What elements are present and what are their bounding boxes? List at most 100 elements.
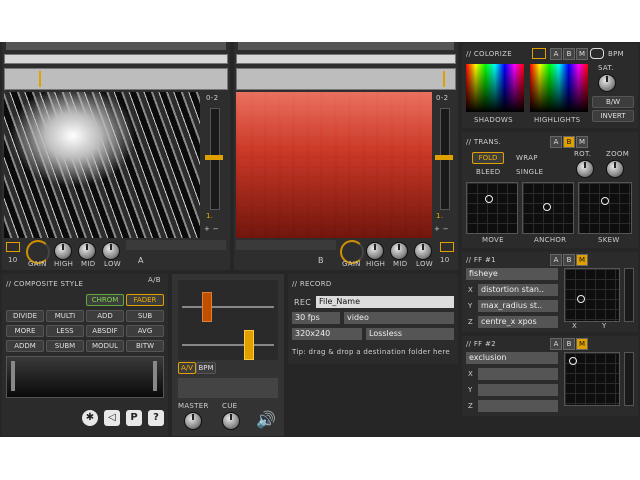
deck-left-slider-cap[interactable] bbox=[205, 155, 223, 160]
move-grid[interactable] bbox=[466, 182, 518, 234]
tab-a[interactable]: A bbox=[550, 254, 562, 266]
filename-input[interactable]: File_Name bbox=[316, 296, 454, 308]
ff1-xy-handle[interactable] bbox=[577, 295, 585, 303]
bw-button[interactable]: B/W bbox=[592, 96, 634, 108]
deck-right-playhead[interactable] bbox=[443, 71, 445, 87]
tab-m[interactable]: M bbox=[576, 136, 588, 148]
mode-subm-button[interactable]: SUBM bbox=[46, 340, 84, 352]
invert-button[interactable]: INVERT bbox=[592, 110, 634, 122]
tab-b[interactable]: B bbox=[563, 338, 575, 350]
tab-m[interactable]: M bbox=[576, 338, 588, 350]
deck-left-low-knob[interactable] bbox=[102, 242, 120, 260]
cue-knob[interactable] bbox=[222, 412, 240, 430]
composite-handle-right[interactable] bbox=[153, 361, 157, 391]
ff2-param-x[interactable] bbox=[478, 368, 558, 380]
zoom-knob[interactable] bbox=[606, 160, 624, 178]
crossfader-track-b[interactable] bbox=[182, 344, 274, 346]
ff2-param-z[interactable] bbox=[478, 400, 558, 412]
deck-left-scrub[interactable] bbox=[4, 68, 228, 90]
deck-right-video[interactable] bbox=[236, 92, 432, 238]
ff1-param-x[interactable]: distortion stan.. bbox=[478, 284, 558, 296]
mode-multi-button[interactable]: MULTI bbox=[46, 310, 84, 322]
composite-preview[interactable] bbox=[6, 356, 164, 398]
ff2-param-y[interactable] bbox=[478, 384, 558, 396]
size-select[interactable]: 320x240 bbox=[292, 328, 362, 340]
mode-divide-button[interactable]: DIVIDE bbox=[6, 310, 44, 322]
wrap-button[interactable]: WRAP bbox=[516, 154, 538, 162]
ff1-param-y[interactable]: max_radius st.. bbox=[478, 300, 558, 312]
ff1-z-slider[interactable] bbox=[624, 268, 634, 322]
mode-less-button[interactable]: LESS bbox=[46, 325, 84, 337]
loop-icon[interactable] bbox=[590, 48, 604, 59]
deck-right-slider-cap[interactable] bbox=[435, 155, 453, 160]
ff1-effect-select[interactable]: fisheye bbox=[466, 268, 558, 280]
composite-handle-left[interactable] bbox=[11, 361, 15, 391]
deck-right-high-knob[interactable] bbox=[366, 242, 384, 260]
deck-left-mid-knob[interactable] bbox=[78, 242, 96, 260]
crossfader-b-cap[interactable] bbox=[244, 330, 254, 360]
tab-b[interactable]: B bbox=[563, 48, 575, 60]
deck-left-opacity-slider[interactable] bbox=[205, 108, 223, 210]
tab-b[interactable]: B bbox=[563, 136, 575, 148]
anchor-handle[interactable] bbox=[543, 203, 551, 211]
mode-modul-button[interactable]: MODUL bbox=[86, 340, 124, 352]
deck-right-progress[interactable] bbox=[236, 54, 456, 64]
tab-b[interactable]: B bbox=[563, 254, 575, 266]
tab-a[interactable]: A bbox=[550, 48, 562, 60]
deck-left-transport[interactable] bbox=[6, 42, 226, 50]
crossfader-a-cap[interactable] bbox=[202, 292, 212, 322]
single-button[interactable]: SINGLE bbox=[516, 168, 543, 176]
ff1-xy-pad[interactable] bbox=[564, 268, 620, 322]
mode-more-button[interactable]: MORE bbox=[6, 325, 44, 337]
chrom-button[interactable]: CHROM bbox=[86, 294, 124, 306]
highlights-picker[interactable] bbox=[530, 64, 588, 112]
deck-right-transport[interactable] bbox=[238, 42, 454, 50]
rot-knob[interactable] bbox=[576, 160, 594, 178]
bleed-button[interactable]: BLEED bbox=[476, 168, 500, 176]
ff2-z-slider[interactable] bbox=[624, 352, 634, 406]
ff2-effect-select[interactable]: exclusion bbox=[466, 352, 558, 364]
tab-m[interactable]: M bbox=[576, 254, 588, 266]
deck-right-scrub[interactable] bbox=[236, 68, 456, 90]
mode-sub-button[interactable]: SUB bbox=[126, 310, 164, 322]
crossfader-track-a[interactable] bbox=[182, 306, 274, 308]
speaker-icon[interactable]: ◁ bbox=[104, 410, 120, 426]
codec-select[interactable]: Lossless bbox=[366, 328, 454, 340]
anchor-grid[interactable] bbox=[522, 182, 574, 234]
fader-button[interactable]: FADER bbox=[126, 294, 164, 306]
sat-knob[interactable] bbox=[598, 74, 616, 92]
ff1-param-z[interactable]: centre_x xpos bbox=[478, 316, 558, 328]
ff2-xy-handle[interactable] bbox=[569, 357, 577, 365]
ab-toggle[interactable]: A/B bbox=[148, 276, 161, 284]
mode-absdif-button[interactable]: ABSDIF bbox=[86, 325, 124, 337]
tab-m[interactable]: M bbox=[576, 48, 588, 60]
fold-button[interactable]: FOLD bbox=[472, 152, 504, 164]
deck-left-progress[interactable] bbox=[4, 54, 228, 64]
volume-icon[interactable]: 🔊 bbox=[256, 410, 276, 429]
tab-a[interactable]: A bbox=[550, 136, 562, 148]
mode-avg-button[interactable]: AVG bbox=[126, 325, 164, 337]
p-icon[interactable]: P bbox=[126, 410, 142, 426]
deck-right-name-field[interactable] bbox=[236, 240, 336, 250]
monitor-icon[interactable] bbox=[440, 242, 454, 252]
deck-right-mid-knob[interactable] bbox=[390, 242, 408, 260]
help-icon[interactable]: ? bbox=[148, 410, 164, 426]
deck-left-playhead[interactable] bbox=[39, 71, 41, 87]
move-handle[interactable] bbox=[485, 195, 493, 203]
deck-right-plus-minus[interactable]: + − bbox=[434, 225, 449, 233]
deck-left-plus-minus[interactable]: + − bbox=[204, 225, 219, 233]
midi-icon[interactable]: ✱ bbox=[82, 410, 98, 426]
deck-left-name-field[interactable] bbox=[126, 240, 226, 250]
bpm-toggle[interactable]: BPM bbox=[196, 362, 216, 374]
deck-left-video[interactable] bbox=[4, 92, 200, 238]
tab-a[interactable]: A bbox=[550, 338, 562, 350]
master-knob[interactable] bbox=[184, 412, 202, 430]
mode-bitw-button[interactable]: BITW bbox=[126, 340, 164, 352]
skew-handle[interactable] bbox=[601, 197, 609, 205]
deck-left-high-knob[interactable] bbox=[54, 242, 72, 260]
monitor-icon[interactable] bbox=[6, 242, 20, 252]
skew-grid[interactable] bbox=[578, 182, 632, 234]
av-toggle[interactable]: A/V bbox=[178, 362, 196, 374]
mode-addm-button[interactable]: ADDM bbox=[6, 340, 44, 352]
deck-right-low-knob[interactable] bbox=[414, 242, 432, 260]
